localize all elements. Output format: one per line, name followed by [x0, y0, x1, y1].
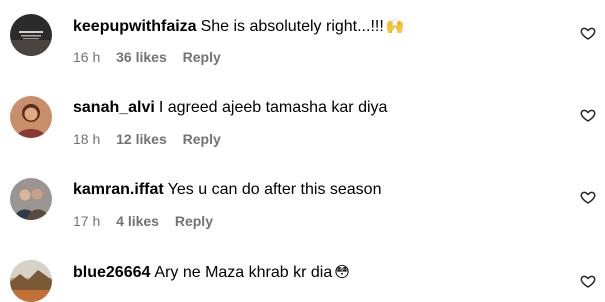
avatar[interactable]	[10, 96, 52, 138]
like-heart-icon[interactable]	[580, 189, 596, 205]
like-heart-icon[interactable]	[580, 107, 596, 123]
comment-item: blue26664 Ary ne Maza khrab kr dia 😳	[0, 246, 605, 302]
comment-username[interactable]: kamran.iffat	[73, 181, 164, 198]
like-heart-icon[interactable]	[580, 273, 596, 289]
profile-photo-woman-icon	[10, 96, 52, 138]
comment-text: Yes u can do after this season	[167, 181, 382, 198]
profile-photo-outdoor-icon	[10, 260, 52, 302]
flushed-face-emoji: 😳	[334, 263, 350, 281]
comment-time: 16 h	[73, 49, 101, 65]
comment-username[interactable]: sanah_alvi	[73, 99, 155, 116]
avatar[interactable]	[10, 178, 52, 220]
avatar[interactable]	[10, 14, 52, 56]
comment-username[interactable]: keepupwithfaiza	[73, 18, 197, 35]
like-heart-icon[interactable]	[580, 25, 596, 41]
comment-text: Ary ne Maza khrab kr dia	[154, 264, 333, 281]
reply-button[interactable]: Reply	[175, 213, 213, 229]
comment-likes[interactable]: 36 likes	[116, 49, 167, 65]
comment-item: sanah_alvi I agreed ajeeb tamasha kar diy…	[0, 82, 605, 164]
profile-photo-couple-icon	[10, 178, 52, 220]
reply-button[interactable]: Reply	[183, 131, 221, 147]
comment-likes[interactable]: 4 likes	[116, 213, 159, 229]
comment-text: She is absolutely right...!!!	[200, 18, 384, 35]
raising-hands-emoji: 🙌	[385, 17, 405, 35]
comment-item: kamran.iffat Yes u can do after this seas…	[0, 164, 605, 246]
comment-time: 17 h	[73, 213, 101, 229]
profile-photo-dark-icon	[10, 14, 52, 56]
comment-time: 18 h	[73, 131, 101, 147]
avatar[interactable]	[10, 260, 52, 302]
comment-item: keepupwithfaiza She is absolutely right..…	[0, 0, 605, 82]
comment-username[interactable]: blue26664	[73, 264, 150, 281]
reply-button[interactable]: Reply	[183, 49, 221, 65]
comment-text: I agreed ajeeb tamasha kar diya	[158, 99, 388, 116]
comment-likes[interactable]: 12 likes	[116, 131, 167, 147]
